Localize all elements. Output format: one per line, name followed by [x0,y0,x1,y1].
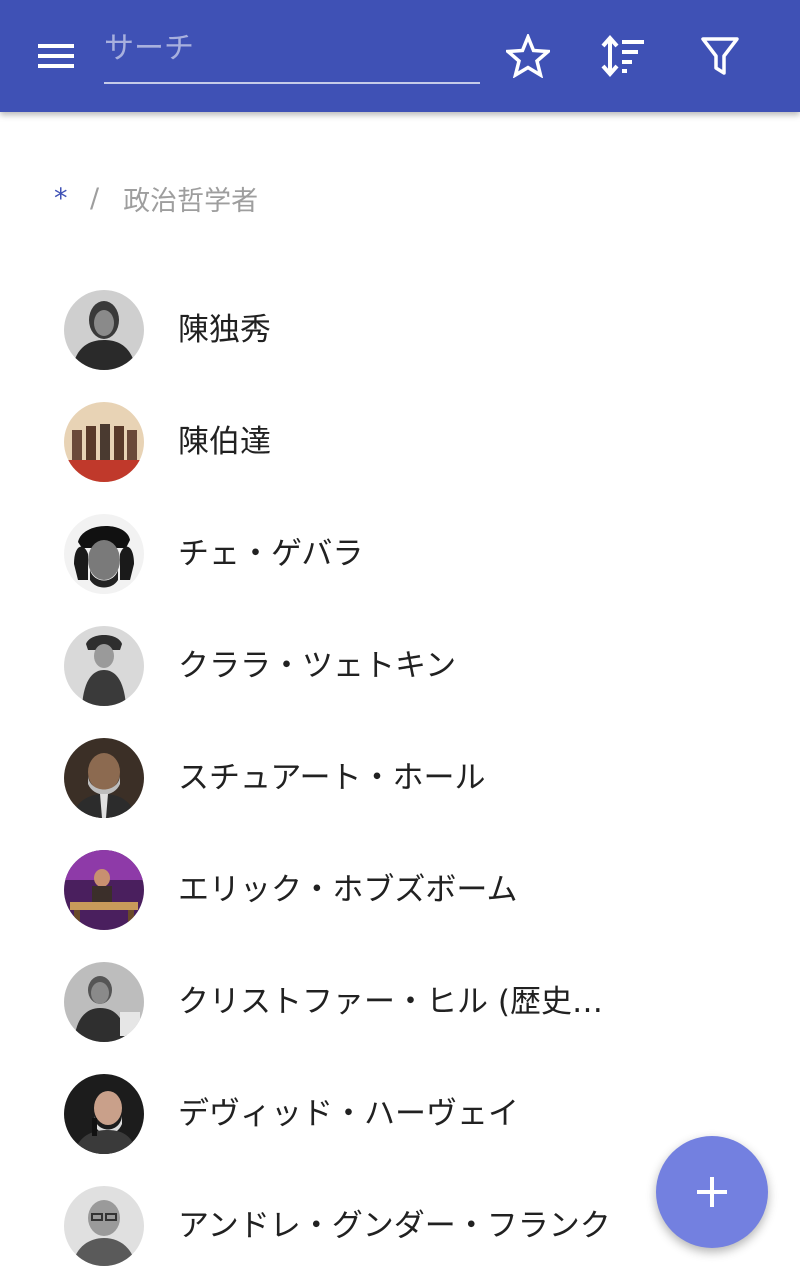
item-label: アンドレ・グンダー・フランク [178,1208,611,1244]
avatar [64,1186,144,1266]
sort-icon [601,34,644,78]
item-label: チェ・ゲバラ [178,536,364,572]
item-label: エリック・ホブズボーム [178,872,518,908]
list-item[interactable]: クララ・ツェトキン [0,610,800,722]
app-bar [0,0,800,112]
breadcrumb: * / 政治哲学者 [54,178,258,218]
item-label: クリストファー・ヒル (歴史… [178,984,603,1020]
plus-icon [697,1177,727,1207]
search-input[interactable] [104,22,480,74]
avatar [64,1074,144,1154]
filter-icon [701,37,739,75]
avatar [64,402,144,482]
item-label: デヴィッド・ハーヴェイ [178,1096,519,1132]
list-item[interactable]: エリック・ホブズボーム [0,834,800,946]
filter-button[interactable] [690,26,750,86]
item-label: クララ・ツェトキン [178,648,457,684]
add-button[interactable] [656,1136,768,1248]
avatar [64,626,144,706]
list-item[interactable]: スチュアート・ホール [0,722,800,834]
list-item[interactable]: チェ・ゲバラ [0,498,800,610]
menu-icon [38,44,74,68]
avatar [64,514,144,594]
star-outline-icon [506,34,550,78]
menu-button[interactable] [26,26,86,86]
item-label: スチュアート・ホール [178,760,486,796]
search-field [104,22,480,84]
breadcrumb-root[interactable]: * [54,183,84,214]
sort-button[interactable] [593,26,653,86]
favorite-button[interactable] [498,26,558,86]
item-label: 陳伯達 [178,424,271,460]
list-item[interactable]: 陳伯達 [0,386,800,498]
avatar [64,738,144,818]
avatar [64,962,144,1042]
item-label: 陳独秀 [178,312,271,348]
list-item[interactable]: 陳独秀 [0,274,800,386]
breadcrumb-separator: / [90,182,100,214]
avatar [64,290,144,370]
list-item[interactable]: クリストファー・ヒル (歴史… [0,946,800,1058]
item-list: 陳独秀 陳伯達 チェ・ゲバラ クララ・ツェトキン スチュアート・ホール エリック… [0,274,800,1282]
breadcrumb-current: 政治哲学者 [123,185,259,217]
avatar [64,850,144,930]
